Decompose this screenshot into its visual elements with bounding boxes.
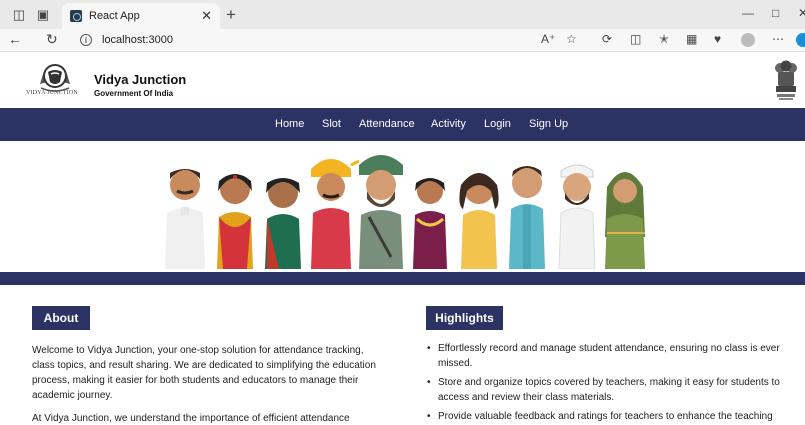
nav-activity[interactable]: Activity xyxy=(431,118,466,130)
browser-tab[interactable]: React App ✕ xyxy=(62,3,220,29)
minimize-icon[interactable]: — xyxy=(742,6,754,20)
copilot-icon[interactable] xyxy=(796,33,805,47)
site-header: VIDYA JUNCTION Vidya Junction Government… xyxy=(0,52,805,108)
highlight-item: Store and organize topics covered by tea… xyxy=(426,375,796,405)
logo-caption: VIDYA JUNCTION xyxy=(26,90,78,96)
restore-icon[interactable]: □ xyxy=(772,6,779,20)
read-aloud-icon[interactable]: A⁺ xyxy=(541,32,555,46)
highlight-item: Provide valuable feedback and ratings fo… xyxy=(426,409,796,425)
person-5 xyxy=(359,155,403,269)
favorite-star-icon[interactable]: ☆ xyxy=(566,32,577,46)
vidya-junction-logo-icon xyxy=(39,64,71,92)
favorites-icon[interactable]: ✭ xyxy=(659,32,669,46)
highlight-item: Effortlessly record and manage student a… xyxy=(426,341,796,371)
nav-attendance[interactable]: Attendance xyxy=(359,118,415,130)
person-6 xyxy=(413,178,447,269)
split-screen-icon[interactable]: ◫ xyxy=(630,32,641,46)
workspaces-icon[interactable]: ◫ xyxy=(8,4,30,26)
person-9 xyxy=(558,164,596,269)
site-title: Vidya Junction xyxy=(94,72,187,87)
refresh-icon[interactable]: ↻ xyxy=(46,31,58,48)
collections-icon[interactable]: ▦ xyxy=(686,32,697,46)
info-icon[interactable]: i xyxy=(80,34,92,46)
tab-actions-icon[interactable]: ▣ xyxy=(32,4,54,26)
performance-icon[interactable]: ♥ xyxy=(714,32,721,46)
about-paragraph-2: At Vidya Junction, we understand the imp… xyxy=(32,413,350,424)
hero-banner xyxy=(0,141,805,272)
browser-tab-bar: ◫ ▣ React App ✕ + — □ ✕ xyxy=(0,0,805,29)
react-favicon-icon xyxy=(70,10,82,22)
url-field[interactable]: i localhost:3000 xyxy=(80,31,173,49)
national-emblem-icon xyxy=(775,60,797,100)
profile-avatar[interactable] xyxy=(741,33,755,47)
person-2 xyxy=(217,174,253,269)
highlights-heading: Highlights xyxy=(426,306,503,330)
nav-sign-up[interactable]: Sign Up xyxy=(529,118,568,130)
banner-divider xyxy=(0,272,805,285)
about-heading: About xyxy=(32,306,90,330)
person-1 xyxy=(165,169,205,269)
close-window-icon[interactable]: ✕ xyxy=(798,6,805,20)
person-3 xyxy=(265,178,301,269)
nav-home[interactable]: Home xyxy=(275,118,304,130)
extensions-icon[interactable]: ⟳ xyxy=(602,32,612,46)
close-tab-icon[interactable]: ✕ xyxy=(201,8,212,24)
person-4 xyxy=(311,159,360,269)
url-text: localhost:3000 xyxy=(102,34,173,46)
tab-title: React App xyxy=(89,10,140,22)
back-icon[interactable]: ← xyxy=(8,31,22,47)
person-8 xyxy=(509,166,545,269)
person-10 xyxy=(605,172,645,269)
address-bar: ← ↻ i localhost:3000 A⁺ ☆ ⟳ ◫ ✭ ▦ ♥ ⋯ xyxy=(0,29,805,52)
site-subtitle: Government Of India xyxy=(94,89,174,98)
person-7 xyxy=(459,173,499,269)
diverse-people-illustration xyxy=(165,155,645,269)
more-menu-icon[interactable]: ⋯ xyxy=(772,32,784,46)
new-tab-icon[interactable]: + xyxy=(226,5,236,25)
main-nav: Home Slot Attendance Activity Login Sign… xyxy=(0,108,805,141)
about-paragraph-1: Welcome to Vidya Junction, your one-stop… xyxy=(32,345,376,401)
highlights-list: Effortlessly record and manage student a… xyxy=(426,341,796,425)
nav-login[interactable]: Login xyxy=(484,118,511,130)
nav-slot[interactable]: Slot xyxy=(322,118,341,130)
